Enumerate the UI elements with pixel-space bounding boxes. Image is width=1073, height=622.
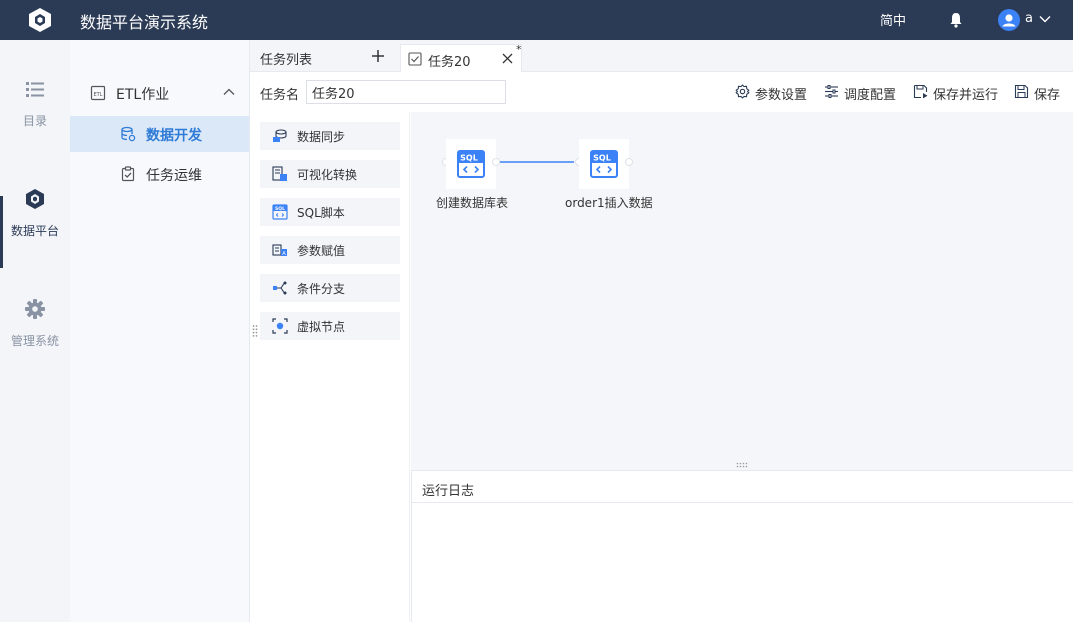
sidebar-item-label: 数据开发	[146, 128, 202, 144]
palette-item-label: 数据同步	[297, 130, 346, 144]
workflow-canvas[interactable]: SQL 创建数据库表 SQL order1插入数据	[411, 112, 1073, 470]
gear-icon	[25, 299, 45, 319]
language-switch[interactable]: 简中	[880, 10, 906, 29]
palette-item-visual-transform[interactable]: 可视化转换	[260, 160, 400, 188]
palette-item-label: SQL脚本	[297, 206, 345, 220]
button-label: 参数设置	[755, 88, 808, 103]
save-button[interactable]: 保存	[1014, 84, 1064, 103]
tab-label: 任务20	[428, 55, 471, 70]
clipboard-check-icon	[121, 166, 135, 182]
task-toolbar: 任务名 参数设置 调度配置 保存并运行	[250, 72, 1073, 112]
sidebar-menu: ETL ETL作业 数据开发 任务运维	[70, 40, 250, 622]
button-label: 保存	[1034, 88, 1061, 103]
app-title: 数据平台演示系统	[80, 13, 209, 32]
sidebar-item-task-ops[interactable]: 任务运维	[70, 156, 249, 192]
sliders-icon	[825, 85, 838, 98]
database-icon	[121, 126, 136, 142]
svg-text:SQL: SQL	[275, 206, 285, 212]
button-label: 保存并运行	[933, 88, 999, 103]
node-output-port[interactable]	[492, 158, 500, 166]
palette-item-data-sync[interactable]: 数据同步	[260, 122, 400, 150]
workflow-node[interactable]: SQL	[446, 139, 496, 189]
settings-gear-icon	[735, 84, 750, 99]
sql-node-icon: SQL	[590, 150, 618, 178]
task-list-title: 任务列表	[260, 53, 313, 68]
save-and-run-button[interactable]: 保存并运行	[913, 84, 999, 103]
svg-text:A: A	[282, 251, 286, 257]
nav-item-label: 目录	[22, 114, 47, 128]
palette-item-condition-branch[interactable]: 条件分支	[260, 274, 400, 302]
node-palette: 数据同步 可视化转换 SQL SQL脚本 A 参数赋值 条件分支 虚拟节点	[250, 112, 410, 622]
schedule-config-button[interactable]: 调度配置	[824, 84, 897, 103]
tab-bar: 任务列表 任务20 *	[250, 40, 1073, 73]
username[interactable]: a	[1025, 11, 1033, 26]
task-name-input[interactable]	[306, 80, 506, 104]
node-label: order1插入数据	[565, 196, 653, 210]
checkbox-doc-icon	[408, 52, 422, 66]
run-log-panel: 运行日志	[411, 470, 1073, 622]
palette-item-label: 可视化转换	[297, 168, 358, 182]
user-icon	[1002, 14, 1016, 27]
param-assign-icon: A	[272, 244, 287, 257]
save-icon	[1014, 84, 1029, 99]
left-nav: 目录 数据平台 管理系统	[0, 40, 70, 622]
nav-item-label: 管理系统	[10, 334, 59, 348]
sql-script-icon: SQL	[272, 204, 288, 220]
palette-item-sql-script[interactable]: SQL SQL脚本	[260, 198, 400, 226]
add-tab-icon[interactable]	[370, 48, 386, 64]
divider	[412, 502, 1073, 503]
resize-handle-icon[interactable]	[736, 462, 750, 468]
logo-cube-icon	[29, 8, 51, 32]
nav-item-catalog[interactable]: 目录	[0, 78, 70, 158]
notification-bell-icon[interactable]	[948, 11, 964, 29]
cube-icon	[26, 189, 44, 209]
nav-item-management[interactable]: 管理系统	[0, 298, 70, 378]
etl-file-icon: ETL	[90, 85, 106, 101]
task-name-label: 任务名	[260, 88, 300, 103]
chevron-up-icon[interactable]	[222, 85, 236, 99]
save-run-icon	[913, 84, 928, 99]
palette-item-label: 参数赋值	[297, 244, 346, 258]
tab-task20[interactable]: 任务20 *	[400, 43, 522, 73]
unsaved-marker: *	[516, 43, 522, 56]
sql-node-icon: SQL	[457, 150, 485, 178]
sidebar-group-label: ETL作业	[116, 87, 170, 103]
node-output-port[interactable]	[625, 158, 633, 166]
sidebar-group-etl[interactable]: ETL ETL作业	[70, 75, 249, 111]
nav-item-label: 数据平台	[10, 224, 59, 238]
branch-icon	[273, 281, 287, 295]
sidebar-item-data-dev[interactable]: 数据开发	[70, 116, 249, 152]
list-icon	[26, 82, 44, 97]
top-bar: 数据平台演示系统 简中 a	[0, 0, 1073, 40]
close-icon[interactable]	[501, 52, 514, 65]
svg-text:SQL: SQL	[460, 154, 478, 163]
nav-item-data-platform[interactable]: 数据平台	[0, 188, 70, 268]
run-log-title: 运行日志	[422, 484, 475, 499]
svg-text:SQL: SQL	[593, 154, 611, 163]
palette-item-virtual-node[interactable]: 虚拟节点	[260, 312, 400, 340]
palette-item-param-assign[interactable]: A 参数赋值	[260, 236, 400, 264]
svg-text:ETL: ETL	[94, 92, 103, 98]
virtual-node-icon	[272, 318, 288, 334]
data-sync-icon	[273, 129, 287, 142]
node-label: 创建数据库表	[436, 196, 509, 210]
workflow-node[interactable]: SQL	[579, 139, 629, 189]
chevron-down-icon[interactable]	[1039, 13, 1051, 25]
visual-transform-icon	[272, 166, 287, 181]
sidebar-item-label: 任务运维	[146, 168, 202, 184]
param-settings-button[interactable]: 参数设置	[735, 84, 808, 103]
palette-item-label: 条件分支	[297, 282, 346, 296]
user-avatar[interactable]	[998, 9, 1020, 31]
palette-item-label: 虚拟节点	[297, 320, 346, 334]
drag-handle-icon[interactable]	[252, 324, 258, 338]
button-label: 调度配置	[844, 88, 897, 103]
edge-connector	[500, 161, 574, 163]
